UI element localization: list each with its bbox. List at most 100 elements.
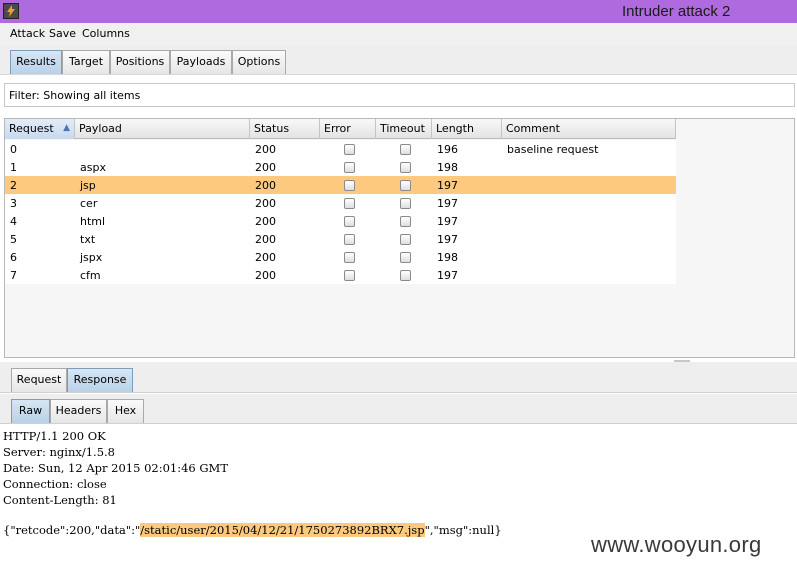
menu-columns[interactable]: Columns	[82, 27, 130, 40]
error-checkbox[interactable]	[344, 180, 355, 191]
main-tab-bar: Results Target Positions Payloads Option…	[0, 45, 797, 75]
table-row[interactable]: 5 txt 200 197	[5, 230, 676, 248]
column-label-request: Request	[9, 122, 54, 135]
menu-attack[interactable]: Attack	[10, 27, 45, 40]
response-header-connection: Connection: close	[3, 477, 107, 491]
response-status-line: HTTP/1.1 200 OK	[3, 429, 106, 443]
cell-request: 5	[10, 233, 17, 246]
cell-request: 6	[10, 251, 17, 264]
sort-ascending-icon: ▲	[63, 123, 70, 133]
window-title: Intruder attack 2	[622, 3, 731, 20]
tab-payloads[interactable]: Payloads	[170, 50, 232, 74]
tab-raw[interactable]: Raw	[11, 399, 50, 423]
cell-status: 200	[255, 143, 276, 156]
response-body-suffix: ","msg":null}	[424, 523, 502, 537]
cell-status: 200	[255, 197, 276, 210]
cell-comment: baseline request	[507, 143, 599, 156]
timeout-checkbox[interactable]	[400, 234, 411, 245]
cell-request: 4	[10, 215, 17, 228]
error-checkbox[interactable]	[344, 198, 355, 209]
table-row[interactable]: 0 200 196 baseline request	[5, 140, 676, 158]
column-header-error[interactable]: Error	[320, 119, 376, 139]
cell-request: 0	[10, 143, 17, 156]
table-header: Request ▲ Payload Status Error Timeout L…	[5, 119, 676, 139]
cell-payload: aspx	[80, 161, 106, 174]
error-checkbox[interactable]	[344, 162, 355, 173]
cell-length: 197	[437, 179, 458, 192]
cell-status: 200	[255, 161, 276, 174]
column-header-request[interactable]: Request ▲	[5, 119, 75, 139]
message-tab-bar: Request Response	[0, 362, 797, 393]
cell-length: 196	[437, 143, 458, 156]
cell-length: 197	[437, 197, 458, 210]
timeout-checkbox[interactable]	[400, 144, 411, 155]
cell-request: 7	[10, 269, 17, 282]
table-row[interactable]: 6 jspx 200 198	[5, 248, 676, 266]
timeout-checkbox[interactable]	[400, 216, 411, 227]
column-header-timeout[interactable]: Timeout	[376, 119, 432, 139]
watermark: www.wooyun.org	[591, 532, 762, 557]
cell-status: 200	[255, 179, 276, 192]
menu-bar: Attack Save Columns	[0, 23, 797, 45]
tab-headers[interactable]: Headers	[50, 399, 107, 423]
tab-positions[interactable]: Positions	[110, 50, 170, 74]
error-checkbox[interactable]	[344, 252, 355, 263]
response-body-prefix: {"retcode":200,"data":"	[3, 523, 141, 537]
title-bar: Intruder attack 2	[0, 0, 797, 23]
table-row[interactable]: 3 cer 200 197	[5, 194, 676, 212]
cell-payload: txt	[80, 233, 96, 246]
cell-payload: jspx	[80, 251, 103, 264]
cell-length: 198	[437, 251, 458, 264]
error-checkbox[interactable]	[344, 234, 355, 245]
cell-length: 197	[437, 233, 458, 246]
table-body: 0 200 196 baseline request 1 aspx 200 198 2 jsp 20…	[5, 140, 676, 284]
cell-payload: jsp	[80, 179, 96, 192]
timeout-checkbox[interactable]	[400, 180, 411, 191]
response-header-date: Date: Sun, 12 Apr 2015 02:01:46 GMT	[3, 461, 229, 475]
cell-length: 197	[437, 215, 458, 228]
column-header-comment[interactable]: Comment	[502, 119, 676, 139]
response-header-content-length: Content-Length: 81	[3, 493, 117, 507]
cell-request: 1	[10, 161, 17, 174]
timeout-checkbox[interactable]	[400, 252, 411, 263]
error-checkbox[interactable]	[344, 270, 355, 281]
error-checkbox[interactable]	[344, 144, 355, 155]
filter-bar[interactable]: Filter: Showing all items	[4, 83, 795, 107]
response-body-highlight: /static/user/2015/04/12/21/1750273892BRX…	[140, 523, 425, 537]
cell-request: 3	[10, 197, 17, 210]
table-row[interactable]: 7 cfm 200 197	[5, 266, 676, 284]
table-row[interactable]: 1 aspx 200 198	[5, 158, 676, 176]
column-header-status[interactable]: Status	[250, 119, 320, 139]
column-header-payload[interactable]: Payload	[75, 119, 250, 139]
error-checkbox[interactable]	[344, 216, 355, 227]
cell-status: 200	[255, 215, 276, 228]
cell-status: 200	[255, 233, 276, 246]
table-row[interactable]: 4 html 200 197	[5, 212, 676, 230]
view-tab-bar: Raw Headers Hex	[0, 394, 797, 424]
response-header-server: Server: nginx/1.5.8	[3, 445, 115, 459]
cell-payload: cer	[80, 197, 98, 210]
cell-status: 200	[255, 251, 276, 264]
timeout-checkbox[interactable]	[400, 270, 411, 281]
cell-length: 198	[437, 161, 458, 174]
cell-request: 2	[10, 179, 17, 192]
column-header-length[interactable]: Length	[432, 119, 502, 139]
tab-hex[interactable]: Hex	[107, 399, 144, 423]
burp-lightning-icon[interactable]	[3, 3, 19, 19]
cell-payload: html	[80, 215, 106, 228]
cell-status: 200	[255, 269, 276, 282]
cell-length: 197	[437, 269, 458, 282]
tab-options[interactable]: Options	[232, 50, 286, 74]
results-table: Request ▲ Payload Status Error Timeout L…	[4, 118, 795, 358]
tab-target[interactable]: Target	[62, 50, 110, 74]
tab-results[interactable]: Results	[10, 50, 62, 74]
tab-response[interactable]: Response	[67, 368, 133, 392]
timeout-checkbox[interactable]	[400, 198, 411, 209]
timeout-checkbox[interactable]	[400, 162, 411, 173]
table-row[interactable]: 2 jsp 200 197	[5, 176, 676, 194]
menu-save[interactable]: Save	[49, 27, 76, 40]
tab-request[interactable]: Request	[11, 368, 67, 392]
filter-label: Filter: Showing all items	[9, 89, 141, 102]
cell-payload: cfm	[80, 269, 101, 282]
response-body: {"retcode":200,"data":"/static/user/2015…	[3, 523, 502, 537]
